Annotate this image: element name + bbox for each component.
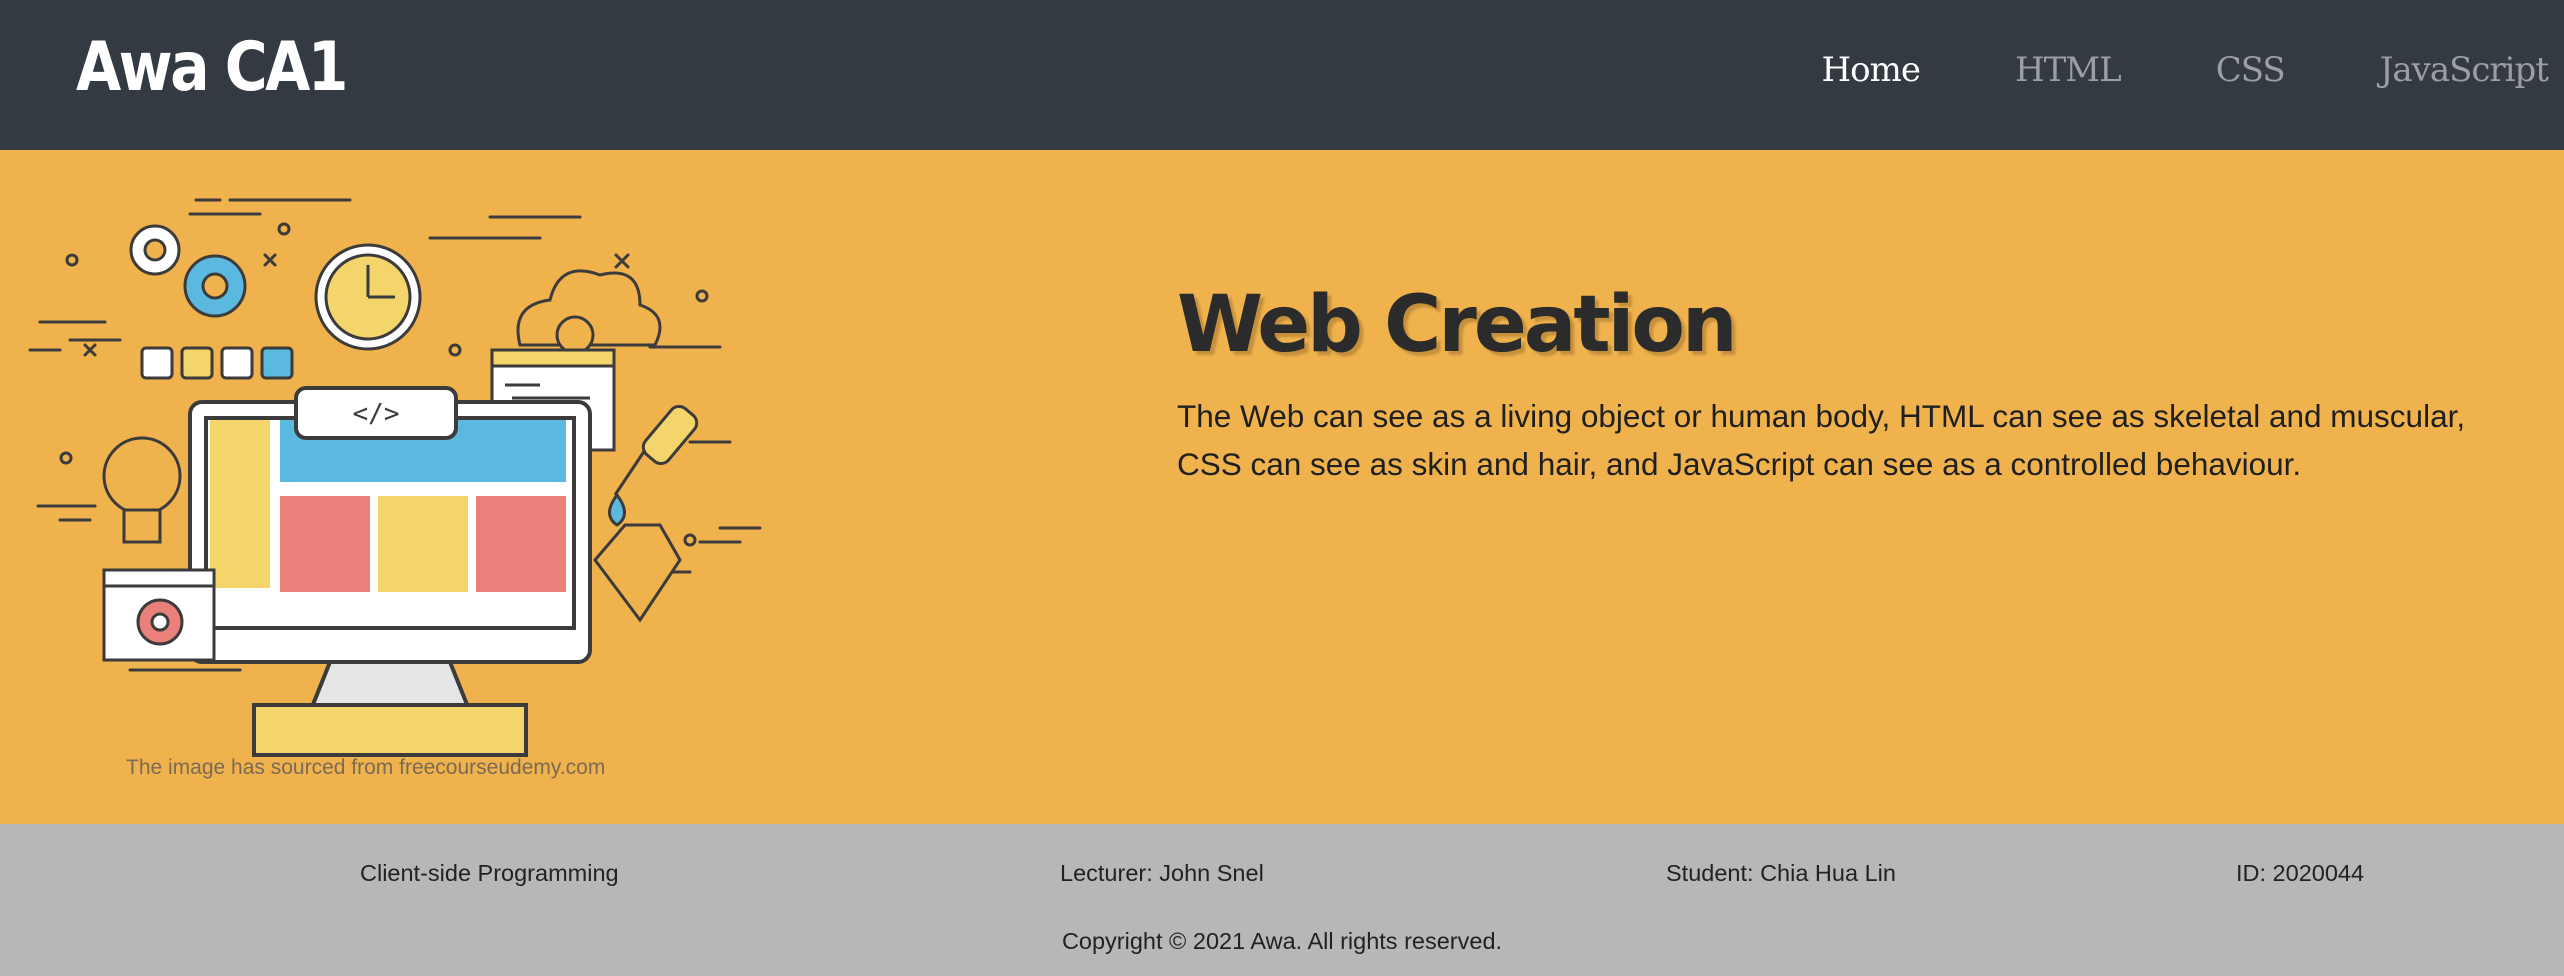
brand-logo[interactable]: Awa CA1 [76,28,348,107]
footer: Client-side Programming Lecturer: John S… [0,824,2564,976]
footer-student: Student: Chia Hua Lin [1666,860,1896,886]
hero-description: The Web can see as a living object or hu… [1177,398,2466,482]
main-nav: Home HTML CSS JavaScript [1726,50,2549,90]
hero-title: Web Creation [1177,280,1738,370]
footer-lecturer: Lecturer: John Snel [1060,860,1264,886]
navbar: Awa CA1 Home HTML CSS JavaScript [0,0,2564,150]
footer-course: Client-side Programming [360,860,619,886]
footer-copyright: Copyright © 2021 Awa. All rights reserve… [1061,928,1503,954]
nav-html-link[interactable]: HTML [2015,50,2122,90]
nav-home-link[interactable]: Home [1821,50,1920,90]
code-tag-icon: </> [353,399,400,429]
footer-id: ID: 2020044 [2236,860,2365,886]
nav-css-link[interactable]: CSS [2216,50,2286,90]
web-development-illustration: </> [28,198,762,757]
nav-javascript-link[interactable]: JavaScript [2380,50,2549,90]
hero-section: </> The image has sourced from freecours… [0,150,2564,824]
image-credit: The image has sourced from freecourseude… [126,756,606,779]
